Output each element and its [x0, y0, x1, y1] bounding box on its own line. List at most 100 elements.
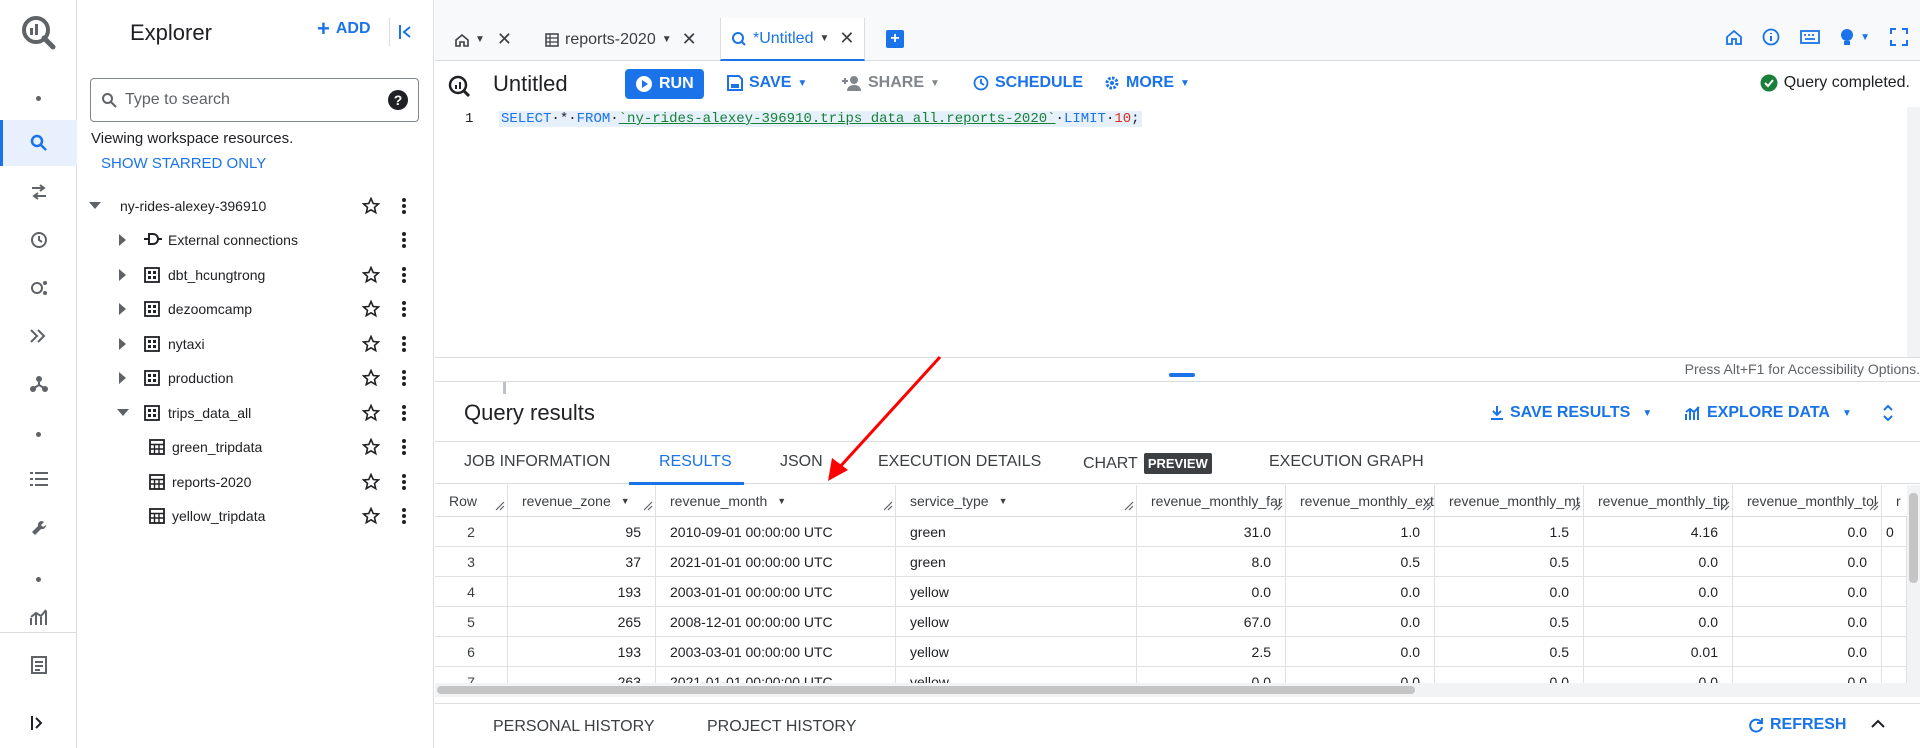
- column-header[interactable]: revenue_monthly_mt: [1435, 485, 1584, 516]
- more-vert-icon[interactable]: [401, 266, 407, 287]
- column-header[interactable]: Row: [435, 485, 508, 516]
- chevron-down-icon[interactable]: ▼: [819, 33, 829, 44]
- chevron-down-icon[interactable]: ▼: [662, 34, 672, 45]
- more-vert-icon[interactable]: [401, 197, 407, 218]
- show-starred-link[interactable]: SHOW STARRED ONLY: [101, 155, 266, 172]
- tab-untitled[interactable]: *Untitled ▼ ✕: [720, 18, 866, 61]
- sort-dropdown-icon[interactable]: ▼: [999, 496, 1008, 506]
- scroll-thumb[interactable]: [437, 686, 1415, 694]
- tab-results[interactable]: RESULTS: [659, 453, 732, 471]
- star-icon[interactable]: [361, 403, 381, 425]
- caret-down-icon[interactable]: [117, 407, 129, 419]
- star-icon[interactable]: [361, 437, 381, 459]
- caret-right-icon[interactable]: [117, 338, 129, 350]
- star-icon[interactable]: [361, 334, 381, 356]
- star-icon[interactable]: [361, 506, 381, 528]
- tab-json[interactable]: JSON: [780, 453, 823, 471]
- more-vert-icon[interactable]: [401, 300, 407, 321]
- run-button[interactable]: RUN: [625, 69, 704, 99]
- table-row[interactable]: 3 37 2021-01-01 00:00:00 UTC green 8.0 0.5 0.5…: [435, 547, 1907, 577]
- column-resize-icon[interactable]: [495, 498, 505, 514]
- chevron-down-icon[interactable]: ▼: [475, 34, 485, 45]
- results-vertical-scrollbar[interactable]: [1907, 485, 1920, 683]
- add-button[interactable]: + ADD: [317, 18, 371, 40]
- caret-right-icon[interactable]: [117, 269, 129, 281]
- fullscreen-icon[interactable]: [1890, 28, 1908, 46]
- caret-down-icon[interactable]: [89, 200, 101, 212]
- tree-item-dataset[interactable]: trips_data_all: [77, 396, 434, 430]
- close-icon[interactable]: ✕: [839, 28, 854, 49]
- sql-editor[interactable]: 1 SELECT·*·FROM·`ny-rides-alexey-396910.…: [435, 107, 1920, 357]
- tree-item-table[interactable]: green_tripdata: [77, 430, 434, 464]
- rail-search-icon[interactable]: [0, 120, 77, 166]
- star-icon[interactable]: [361, 196, 381, 218]
- explore-data-button[interactable]: EXPLORE DATA ▼: [1685, 404, 1852, 422]
- column-header[interactable]: revenue_monthly_ext: [1286, 485, 1435, 516]
- tree-item-dataset[interactable]: nytaxi: [77, 327, 434, 361]
- table-row[interactable]: 4 193 2003-01-01 00:00:00 UTC yellow 0.0 0.0 0…: [435, 577, 1907, 607]
- collapse-explorer-button[interactable]: [389, 18, 414, 46]
- keyboard-icon[interactable]: [1800, 30, 1820, 44]
- column-header[interactable]: revenue_month ▼: [656, 485, 896, 516]
- tab-job-information[interactable]: JOB INFORMATION: [464, 453, 610, 471]
- more-vert-icon[interactable]: [401, 473, 407, 494]
- close-icon[interactable]: ✕: [682, 29, 697, 50]
- tree-item-dataset[interactable]: production: [77, 361, 434, 395]
- table-row[interactable]: 7 263 2021-01-01 00:00:00 UTC yellow 0.0 0.0 0…: [435, 667, 1907, 683]
- tab-home[interactable]: ▼ ✕: [445, 18, 522, 61]
- rail-transfers-icon[interactable]: [0, 169, 77, 215]
- column-header[interactable]: r: [1882, 485, 1907, 516]
- results-horizontal-scrollbar[interactable]: [435, 683, 1920, 697]
- scroll-thumb[interactable]: [1909, 493, 1918, 583]
- rail-dataform-icon[interactable]: [0, 361, 77, 407]
- more-button[interactable]: MORE ▼: [1104, 74, 1190, 92]
- rail-scheduled-icon[interactable]: [0, 217, 77, 263]
- column-resize-icon[interactable]: [1720, 498, 1730, 514]
- lightbulb-icon[interactable]: ▼: [1840, 28, 1870, 46]
- tab-personal-history[interactable]: PERSONAL HISTORY: [493, 718, 655, 736]
- column-header[interactable]: service_type ▼: [896, 485, 1137, 516]
- caret-right-icon[interactable]: [117, 234, 129, 246]
- editor-scrollbar[interactable]: [1907, 107, 1920, 357]
- expand-results-icon[interactable]: [1882, 404, 1894, 422]
- sort-dropdown-icon[interactable]: ▼: [777, 496, 786, 506]
- tree-item-table[interactable]: yellow_tripdata: [77, 499, 434, 533]
- sort-dropdown-icon[interactable]: ▼: [621, 496, 630, 506]
- more-vert-icon[interactable]: [401, 507, 407, 528]
- rail-list-icon[interactable]: [0, 456, 77, 502]
- column-resize-icon[interactable]: [1422, 498, 1432, 514]
- column-header[interactable]: revenue_monthly_tol: [1733, 485, 1882, 516]
- column-resize-icon[interactable]: [1869, 498, 1879, 514]
- rail-monitoring-icon[interactable]: [0, 602, 77, 632]
- tab-chart[interactable]: CHART PREVIEW: [1083, 453, 1212, 474]
- column-header[interactable]: revenue_zone ▼: [508, 485, 656, 516]
- info-icon[interactable]: [1762, 28, 1780, 46]
- column-header[interactable]: revenue_monthly_tip: [1584, 485, 1733, 516]
- rail-dataflow-icon[interactable]: [0, 313, 77, 359]
- tree-item-dataset[interactable]: dbt_hcungtrong: [77, 258, 434, 292]
- home-icon[interactable]: [1726, 29, 1742, 45]
- sql-code-line[interactable]: SELECT·*·FROM·`ny-rides-alexey-396910.tr…: [499, 111, 1142, 127]
- star-icon[interactable]: [361, 368, 381, 390]
- save-results-button[interactable]: SAVE RESULTS ▼: [1490, 404, 1652, 422]
- caret-right-icon[interactable]: [117, 303, 129, 315]
- schedule-button[interactable]: SCHEDULE: [973, 74, 1083, 92]
- more-vert-icon[interactable]: [401, 438, 407, 459]
- help-icon[interactable]: ?: [388, 90, 408, 110]
- table-row[interactable]: 5 265 2008-12-01 00:00:00 UTC yellow 67.0 0.0…: [435, 607, 1907, 637]
- close-icon[interactable]: ✕: [497, 29, 512, 50]
- column-resize-icon[interactable]: [883, 498, 893, 514]
- column-resize-icon[interactable]: [643, 498, 653, 514]
- search-input[interactable]: [125, 91, 380, 109]
- column-resize-icon[interactable]: [1571, 498, 1581, 514]
- explorer-search-box[interactable]: ?: [90, 78, 419, 122]
- column-header[interactable]: revenue_monthly_far: [1137, 485, 1286, 516]
- tree-item-project[interactable]: ny-rides-alexey-396910: [77, 189, 434, 223]
- rail-analytics-hub-icon[interactable]: [0, 265, 77, 311]
- tab-reports-2020[interactable]: reports-2020 ▼ ✕: [535, 18, 707, 61]
- more-vert-icon[interactable]: [401, 369, 407, 390]
- column-resize-icon[interactable]: [1273, 498, 1283, 514]
- new-query-tab-icon[interactable]: +: [886, 30, 904, 48]
- tab-project-history[interactable]: PROJECT HISTORY: [707, 718, 856, 736]
- table-row[interactable]: 6 193 2003-03-01 00:00:00 UTC yellow 2.5 0.0 0…: [435, 637, 1907, 667]
